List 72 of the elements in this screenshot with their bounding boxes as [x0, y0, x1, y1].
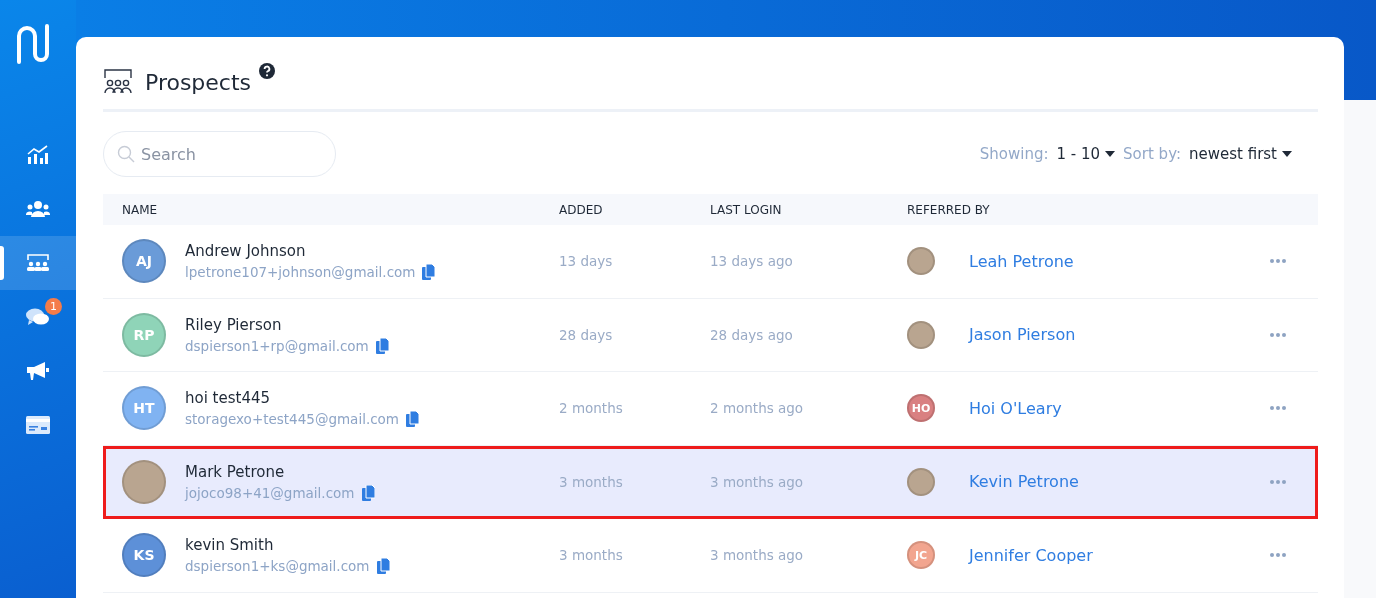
copy-icon[interactable] [406, 411, 419, 428]
caret-icon [1105, 151, 1116, 157]
table-row[interactable]: AJ Andrew Johnson lpetrone107+johnson@gmail.com 13 days 13 days ago Leah Petrone [103, 225, 1318, 299]
photo-placeholder [907, 467, 935, 496]
users-icon [26, 200, 50, 218]
last-login-cell-text: 2 months ago [710, 400, 805, 417]
more-options-icon[interactable] [1270, 479, 1286, 484]
more-options-icon[interactable] [1270, 406, 1286, 411]
added-cell-text: 3 months [559, 473, 624, 490]
last-login-cell-text: 13 days ago [710, 253, 794, 270]
chat-icon [26, 307, 50, 327]
avatar-initials: HT [122, 386, 166, 431]
audience-icon [26, 254, 50, 272]
column-header: NAME [122, 202, 159, 217]
column-header: ADDED [559, 202, 604, 217]
copy-icon[interactable] [361, 484, 375, 501]
avatar-initials: AJ [122, 239, 166, 284]
avatar-initials: JC [907, 541, 935, 570]
help-icon[interactable] [259, 63, 276, 79]
credit-card-icon [26, 416, 50, 434]
last-login-cell-text: 3 months ago [710, 547, 805, 564]
sort-label: Sort by: [1123, 145, 1181, 163]
prospect-name: kevin Smith [185, 536, 275, 555]
photo-placeholder [907, 320, 935, 349]
added-cell-text: 28 days [559, 326, 614, 343]
last-login-cell-text: 28 days ago [710, 326, 794, 343]
copy-icon[interactable] [375, 337, 389, 354]
megaphone-icon [26, 361, 50, 381]
prospect-email: dspierson1+ks@gmail.com [185, 558, 370, 575]
prospect-email: dspierson1+rp@gmail.com [185, 337, 369, 354]
audience-icon [103, 69, 133, 95]
added-cell-text: 2 months [559, 400, 624, 417]
avatar-initials: RP [122, 312, 166, 357]
table-row[interactable]: RP Riley Pierson dspierson1+rp@gmail.com 28 days 28 days ago Jason Pierson [103, 298, 1318, 372]
referrer-link[interactable]: Jennifer Cooper [969, 545, 1093, 565]
referrer-link[interactable]: Hoi O'Leary [969, 398, 1062, 418]
copy-icon[interactable] [376, 558, 390, 575]
column-header: REFERRED BY [907, 202, 991, 217]
notification-badge: 1 [45, 298, 62, 315]
showing-dropdown[interactable]: 1 - 10 [1056, 145, 1116, 163]
photo-placeholder [907, 247, 935, 276]
last-login-cell-text: 3 months ago [710, 473, 805, 490]
table-row[interactable]: KS kevin Smith dspierson1+ks@gmail.com 3 months 3 months ago JC Jennifer Cooper [103, 519, 1318, 593]
prospect-name: Andrew Johnson [185, 242, 307, 261]
search-field[interactable]: Search [103, 131, 336, 177]
prospect-name: hoi test445 [185, 389, 272, 408]
referrer-link[interactable]: Jason Pierson [969, 325, 1076, 345]
added-cell-text: 13 days [559, 253, 614, 270]
sidebar-item[interactable] [0, 236, 76, 290]
table-row[interactable]: HT hoi test445 storagexo+test445@gmail.com 2 months 2 months ago HO Hoi O'Leary [103, 372, 1318, 446]
page-title: Prospects [145, 69, 252, 95]
showing-label: Showing: [979, 145, 1049, 163]
more-options-icon[interactable] [1270, 332, 1286, 337]
referrer-link[interactable]: Kevin Petrone [969, 472, 1079, 492]
photo-placeholder [122, 459, 166, 504]
avatar-initials: KS [122, 533, 166, 578]
copy-icon[interactable] [422, 264, 436, 281]
sort-dropdown[interactable]: newest first [1189, 145, 1292, 163]
caret-icon [1282, 151, 1292, 157]
column-header: LAST LOGIN [710, 202, 783, 217]
prospect-email: storagexo+test445@gmail.com [185, 411, 399, 428]
prospect-email: lpetrone107+johnson@gmail.com [185, 264, 416, 281]
avatar-initials: HO [907, 394, 935, 423]
added-cell-text: 3 months [559, 547, 624, 564]
bar-chart-icon [26, 145, 50, 165]
referrer-link[interactable]: Leah Petrone [969, 251, 1074, 271]
more-options-icon[interactable] [1270, 553, 1286, 558]
more-options-icon[interactable] [1270, 259, 1286, 264]
prospect-name: Mark Petrone [185, 462, 286, 481]
prospect-email: jojoco98+41@gmail.com [185, 484, 355, 501]
prospect-name: Riley Pierson [185, 315, 283, 334]
table-row[interactable]: Mark Petrone jojoco98+41@gmail.com 3 months 3 months ago Kevin Petrone [103, 445, 1318, 519]
